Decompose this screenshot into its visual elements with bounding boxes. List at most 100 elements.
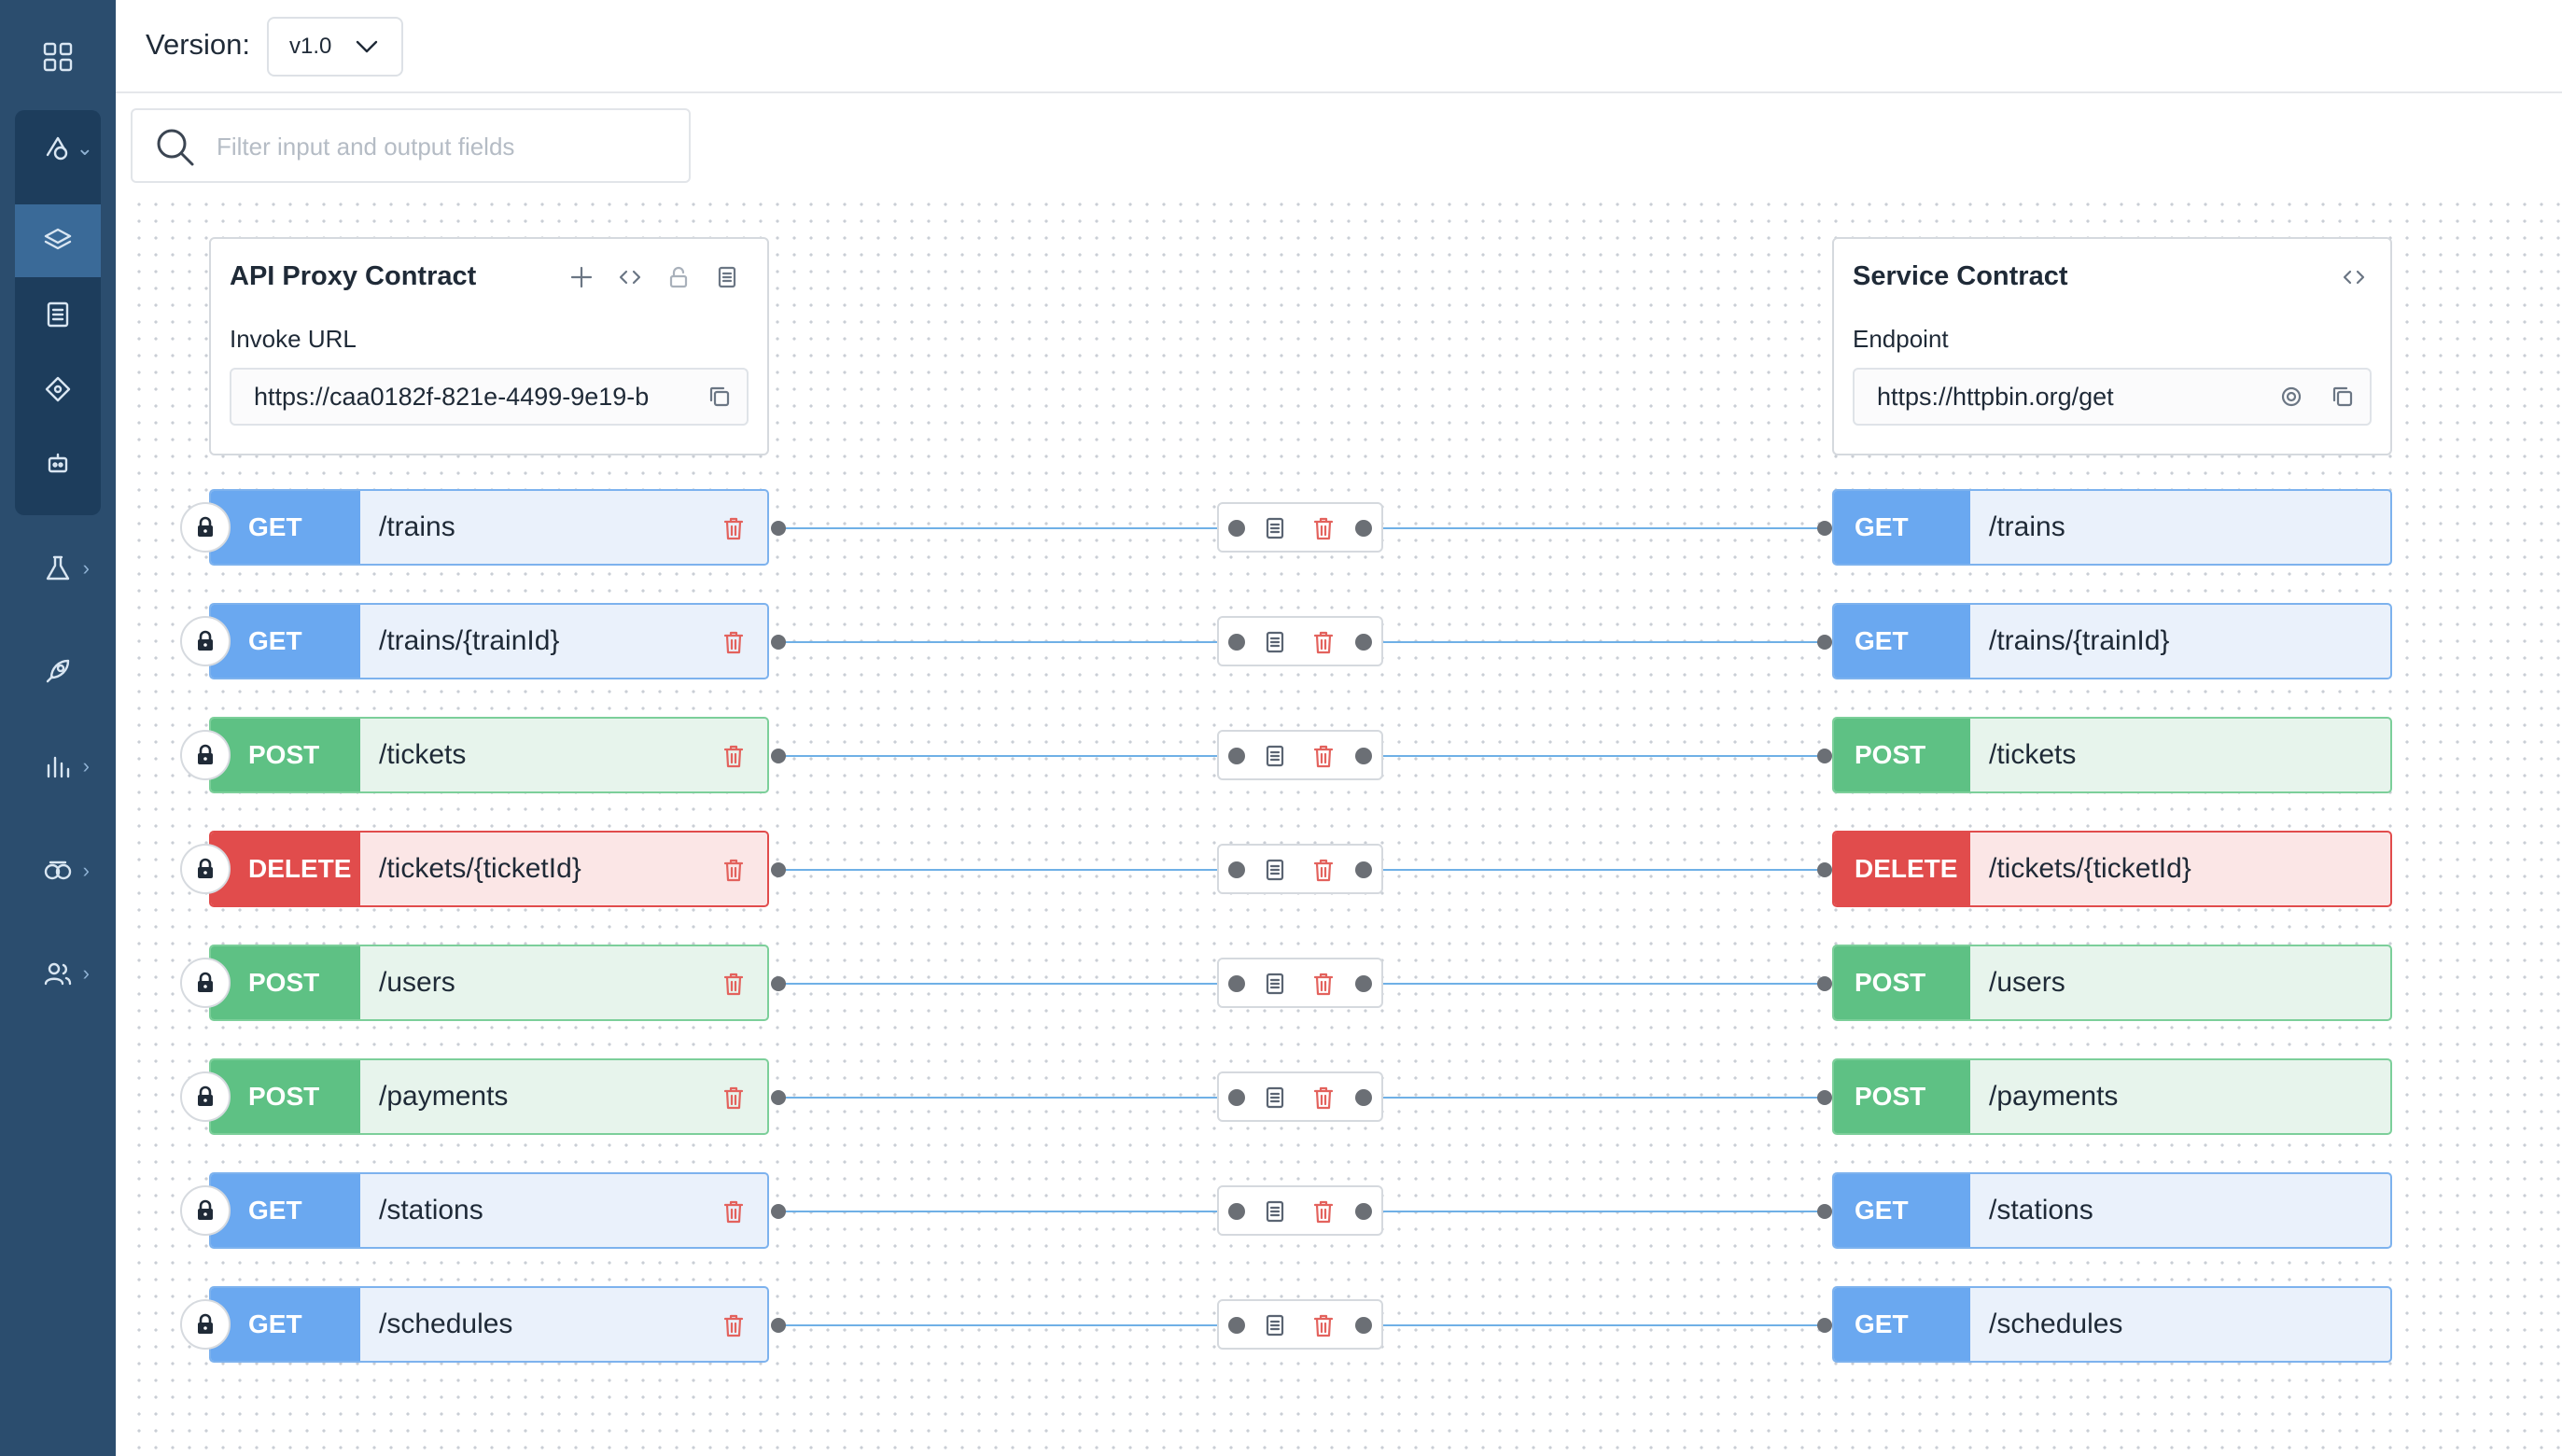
document-icon[interactable]: [1264, 1198, 1286, 1229]
document-icon[interactable]: [1264, 1085, 1286, 1115]
copy-icon[interactable]: [707, 385, 732, 415]
endpoint-field[interactable]: https://httpbin.org/get: [1853, 368, 2372, 426]
delete-icon[interactable]: [1312, 515, 1335, 546]
delete-icon[interactable]: [1312, 629, 1335, 660]
filter-input[interactable]: [215, 123, 666, 170]
delete-icon[interactable]: [722, 629, 745, 660]
service-operation[interactable]: POST/tickets: [1832, 717, 2392, 793]
output-port[interactable]: [771, 1318, 786, 1333]
apps-grid-icon[interactable]: [0, 24, 116, 90]
service-operation[interactable]: GET/trains/{trainId}: [1832, 603, 2392, 679]
output-port[interactable]: [771, 635, 786, 650]
api-icon[interactable]: ⌄: [0, 116, 116, 181]
proxy-operation[interactable]: DELETE/tickets/{ticketId}: [209, 831, 769, 907]
lock-icon[interactable]: [180, 844, 231, 894]
document-icon[interactable]: [1264, 857, 1286, 888]
node-output-port[interactable]: [1355, 634, 1372, 651]
delete-icon[interactable]: [722, 1312, 745, 1343]
input-port[interactable]: [1817, 521, 1832, 536]
lock-icon[interactable]: [180, 730, 231, 780]
proxy-operation[interactable]: GET/schedules: [209, 1286, 769, 1363]
delete-icon[interactable]: [722, 857, 745, 888]
service-contract-title: Service Contract: [1853, 261, 2068, 291]
delete-icon[interactable]: [722, 971, 745, 1001]
node-output-port[interactable]: [1355, 975, 1372, 992]
proxy-operation[interactable]: POST/payments: [209, 1058, 769, 1135]
delete-icon[interactable]: [1312, 857, 1335, 888]
invoke-url-field[interactable]: https://caa0182f-821e-4499-9e19-b: [230, 368, 749, 426]
lock-icon[interactable]: [180, 1071, 231, 1122]
proxy-operation[interactable]: GET/stations: [209, 1172, 769, 1249]
proxy-operation[interactable]: GET/trains/{trainId}: [209, 603, 769, 679]
document-icon[interactable]: [713, 263, 741, 291]
service-operation[interactable]: DELETE/tickets/{ticketId}: [1832, 831, 2392, 907]
policy-icon[interactable]: [0, 357, 116, 422]
input-port[interactable]: [1817, 976, 1832, 991]
delete-icon[interactable]: [722, 743, 745, 774]
document-icon[interactable]: [1264, 515, 1286, 546]
node-output-port[interactable]: [1355, 748, 1372, 764]
input-port[interactable]: [1817, 1204, 1832, 1219]
connection-line: [778, 983, 1226, 985]
delete-icon[interactable]: [1312, 1085, 1335, 1115]
document-icon[interactable]: [1264, 971, 1286, 1001]
lock-icon[interactable]: [180, 1299, 231, 1350]
code-icon[interactable]: [2340, 263, 2368, 291]
service-operation[interactable]: GET/stations: [1832, 1172, 2392, 1249]
delete-icon[interactable]: [722, 515, 745, 546]
input-port[interactable]: [1817, 1318, 1832, 1333]
delete-icon[interactable]: [722, 1198, 745, 1229]
service-operation[interactable]: POST/users: [1832, 945, 2392, 1021]
node-output-port[interactable]: [1355, 1203, 1372, 1220]
service-operation[interactable]: GET/schedules: [1832, 1286, 2392, 1363]
node-input-port[interactable]: [1228, 634, 1245, 651]
proxy-operation[interactable]: GET/trains: [209, 489, 769, 566]
output-port[interactable]: [771, 1204, 786, 1219]
settings-gear-icon[interactable]: [2280, 385, 2303, 414]
node-input-port[interactable]: [1228, 748, 1245, 764]
node-output-port[interactable]: [1355, 520, 1372, 537]
version-select[interactable]: v1.0: [267, 17, 403, 77]
input-port[interactable]: [1817, 635, 1832, 650]
service-operation[interactable]: GET/trains: [1832, 489, 2392, 566]
delete-icon[interactable]: [1312, 971, 1335, 1001]
node-input-port[interactable]: [1228, 1203, 1245, 1220]
code-icon[interactable]: [616, 263, 644, 291]
node-output-port[interactable]: [1355, 1317, 1372, 1334]
node-input-port[interactable]: [1228, 1317, 1245, 1334]
output-port[interactable]: [771, 749, 786, 763]
node-input-port[interactable]: [1228, 1089, 1245, 1106]
node-input-port[interactable]: [1228, 861, 1245, 878]
node-output-port[interactable]: [1355, 861, 1372, 878]
delete-icon[interactable]: [722, 1085, 745, 1115]
delete-icon[interactable]: [1312, 1198, 1335, 1229]
node-input-port[interactable]: [1228, 975, 1245, 992]
proxy-operation[interactable]: POST/users: [209, 945, 769, 1021]
input-port[interactable]: [1817, 749, 1832, 763]
input-port[interactable]: [1817, 1090, 1832, 1105]
lock-open-icon[interactable]: [665, 263, 693, 291]
service-operation[interactable]: POST/payments: [1832, 1058, 2392, 1135]
output-port[interactable]: [771, 976, 786, 991]
lock-icon[interactable]: [180, 958, 231, 1008]
operation-path: /trains: [1989, 511, 2065, 542]
copy-icon[interactable]: [2331, 385, 2355, 415]
input-port[interactable]: [1817, 862, 1832, 877]
document-icon[interactable]: [1264, 1312, 1286, 1343]
output-port[interactable]: [771, 862, 786, 877]
document-icon[interactable]: [1264, 629, 1286, 660]
output-port[interactable]: [771, 521, 786, 536]
delete-icon[interactable]: [1312, 743, 1335, 774]
proxy-operation[interactable]: POST/tickets: [209, 717, 769, 793]
document-icon[interactable]: [1264, 743, 1286, 774]
delete-icon[interactable]: [1312, 1312, 1335, 1343]
lock-icon[interactable]: [180, 1185, 231, 1236]
node-output-port[interactable]: [1355, 1089, 1372, 1106]
lock-icon[interactable]: [180, 616, 231, 666]
document-icon[interactable]: [0, 282, 116, 347]
node-input-port[interactable]: [1228, 520, 1245, 537]
add-icon[interactable]: [567, 263, 595, 291]
output-port[interactable]: [771, 1090, 786, 1105]
lock-icon[interactable]: [180, 502, 231, 553]
layers-icon[interactable]: [0, 207, 116, 273]
